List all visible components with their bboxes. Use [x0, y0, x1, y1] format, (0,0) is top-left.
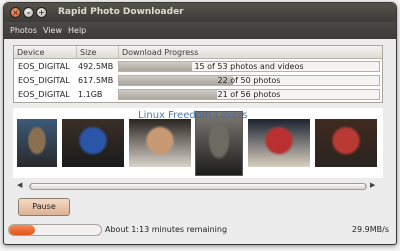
horizontal-scrollbar[interactable]: ◀ ▶ [13, 180, 383, 191]
download-speed-text: 29.9MB/s [351, 225, 389, 234]
device-row[interactable]: EOS_DIGITAL 1.1GB 21 of 56 photos [14, 88, 382, 101]
menu-photos[interactable]: Photos [10, 26, 37, 35]
minimize-window-button[interactable]: – [23, 7, 34, 18]
column-header-progress[interactable]: Download Progress [118, 46, 382, 59]
thumbnail[interactable] [315, 119, 377, 167]
device-name: EOS_DIGITAL [18, 62, 70, 71]
device-progress-bar: 15 of 53 photos and videos [118, 61, 380, 72]
app-window: × – + Rapid Photo Downloader Photos View… [3, 2, 397, 245]
device-progress-text: 21 of 56 photos [217, 90, 281, 99]
title-bar: × – + Rapid Photo Downloader [4, 3, 396, 22]
status-bar: About 1:13 minutes remaining 29.9MB/s [4, 221, 396, 243]
thumbnail[interactable] [17, 119, 57, 167]
device-progress-text: 22 of 50 photos [217, 76, 281, 85]
scroll-left-arrow-icon[interactable]: ◀ [17, 181, 22, 189]
column-header-size[interactable]: Size [76, 46, 118, 59]
device-size: 617.5MB [78, 76, 114, 85]
thumbnail-strip: Linux Freedom Lovers [13, 108, 383, 178]
device-name: EOS_DIGITAL [18, 90, 70, 99]
overall-progress-fill [9, 225, 35, 235]
scrollbar-thumb[interactable] [30, 183, 366, 190]
device-size: 1.1GB [78, 90, 103, 99]
menu-bar: Photos View Help [4, 22, 396, 39]
scrollbar-track[interactable] [29, 183, 367, 190]
menu-view[interactable]: View [43, 26, 62, 35]
device-list[interactable]: Device Size Download Progress EOS_DIGITA… [13, 45, 383, 103]
device-progress-bar: 22 of 50 photos [118, 75, 380, 86]
watermark-text: Linux Freedom Lovers [138, 110, 248, 121]
close-window-button[interactable]: × [10, 7, 21, 18]
window-title: Rapid Photo Downloader [58, 7, 184, 17]
thumbnail[interactable] [248, 119, 310, 167]
thumbnail-selected[interactable] [195, 111, 243, 176]
thumbnail[interactable] [62, 119, 124, 167]
device-row[interactable]: EOS_DIGITAL 492.5MB 15 of 53 photos and … [14, 60, 382, 73]
menu-help[interactable]: Help [68, 26, 86, 35]
maximize-window-button[interactable]: + [36, 7, 47, 18]
thumbnail[interactable] [129, 119, 191, 167]
time-remaining-text: About 1:13 minutes remaining [105, 225, 228, 234]
device-name: EOS_DIGITAL [18, 76, 70, 85]
device-progress-text: 15 of 53 photos and videos [194, 62, 304, 71]
overall-progress-bar [8, 224, 102, 236]
pause-button[interactable]: Pause [18, 198, 70, 216]
column-header-device[interactable]: Device [14, 46, 76, 59]
scroll-right-arrow-icon[interactable]: ▶ [370, 181, 375, 189]
device-size: 492.5MB [78, 62, 114, 71]
device-progress-bar: 21 of 56 photos [118, 89, 380, 100]
device-row[interactable]: EOS_DIGITAL 617.5MB 22 of 50 photos [14, 74, 382, 87]
